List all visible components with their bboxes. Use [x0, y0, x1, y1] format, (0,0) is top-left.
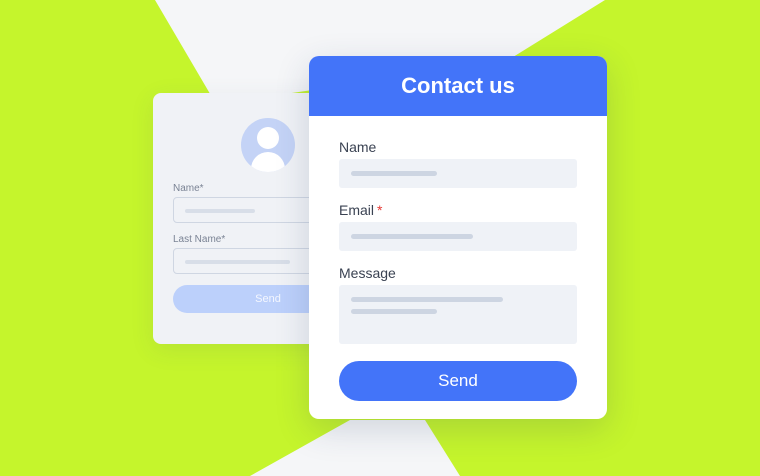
- textarea-placeholder-line: [351, 309, 437, 314]
- contact-form-title: Contact us: [309, 56, 607, 116]
- name-input[interactable]: [339, 159, 577, 188]
- input-placeholder-line: [185, 260, 290, 264]
- avatar-head: [257, 127, 279, 149]
- required-marker: *: [377, 202, 383, 218]
- send-button[interactable]: Send: [339, 361, 577, 401]
- message-textarea[interactable]: [339, 285, 577, 344]
- avatar-body: [251, 152, 285, 172]
- message-label-text: Message: [339, 265, 396, 281]
- input-placeholder-line: [185, 209, 255, 213]
- background-shape-bottom: [250, 420, 460, 476]
- contact-form-card: Contact us Name Email * Message Send: [309, 56, 607, 419]
- user-avatar-icon: [241, 118, 295, 172]
- name-label: Name: [339, 139, 376, 155]
- back-last-name-input[interactable]: [173, 248, 325, 274]
- textarea-placeholder-line: [351, 297, 503, 302]
- back-name-label: Name*: [173, 183, 204, 194]
- input-placeholder-line: [351, 171, 437, 176]
- email-label: Email *: [339, 202, 382, 218]
- email-label-text: Email: [339, 202, 375, 218]
- back-name-input[interactable]: [173, 197, 325, 223]
- back-last-name-label: Last Name*: [173, 234, 226, 245]
- email-input[interactable]: [339, 222, 577, 251]
- message-label: Message: [339, 265, 396, 281]
- input-placeholder-line: [351, 234, 473, 239]
- name-label-text: Name: [339, 139, 377, 155]
